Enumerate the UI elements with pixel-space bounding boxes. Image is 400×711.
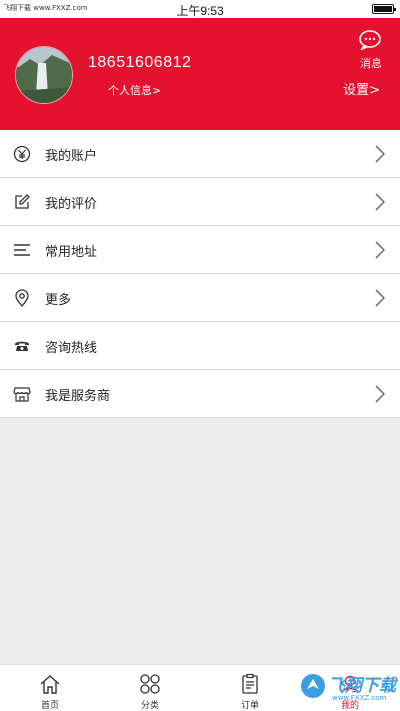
message-label[interactable]: 消息: [360, 55, 382, 71]
menu-item-label: 常用地址: [45, 245, 98, 260]
chevron-right-icon: [375, 193, 385, 211]
message-icon[interactable]: [358, 30, 382, 50]
profile-header: 18651606812 个人信息> 消息 设置>: [0, 18, 400, 130]
menu-item-label: 我的账户: [45, 149, 98, 164]
phone-icon: [15, 341, 29, 351]
chevron-right-icon: [375, 241, 385, 259]
category-icon: [140, 674, 160, 694]
menu-item-more[interactable]: 更多: [0, 274, 400, 322]
chevron-right-icon: [375, 289, 385, 307]
menu-item-reviews[interactable]: 我的评价: [0, 178, 400, 226]
menu-item-label: 我的评价: [45, 197, 98, 212]
list-icon: [14, 244, 30, 256]
tab-home[interactable]: 首页: [0, 665, 100, 711]
menu-item-addresses[interactable]: 常用地址: [0, 226, 400, 274]
tab-category[interactable]: 分类: [100, 665, 200, 711]
profile-info-link[interactable]: 个人信息>: [108, 82, 161, 98]
status-time: 上午9:53: [176, 4, 224, 18]
tab-label: 订单: [240, 701, 259, 711]
menu-item-hotline[interactable]: 咨询热线: [0, 322, 400, 370]
menu-item-label: 咨询热线: [45, 341, 98, 356]
watermark-logo: 飞翔下载 www.FXXZ.com: [296, 667, 396, 707]
settings-link[interactable]: 设置>: [343, 79, 380, 98]
watermark-sub: www.FXXZ.com: [332, 694, 387, 702]
menu-item-provider[interactable]: 我是服务商: [0, 370, 400, 418]
watermark-emblem-icon: [301, 674, 325, 698]
avatar[interactable]: [15, 46, 73, 104]
battery-icon: [372, 4, 396, 14]
watermark-main: 飞翔下载: [328, 676, 396, 696]
menu-item-label: 我是服务商: [45, 389, 111, 404]
home-icon: [40, 675, 60, 694]
menu-item-account[interactable]: 我的账户: [0, 130, 400, 178]
tab-label: 首页: [40, 701, 59, 711]
status-bar: 飞翔下载 www.FXXZ.com 上午9:53: [0, 0, 400, 18]
order-icon: [242, 673, 258, 694]
menu-item-label: 更多: [45, 293, 72, 308]
chevron-right-icon: [375, 145, 385, 163]
chevron-right-icon: [375, 385, 385, 403]
menu-list: 我的账户 我的评价 常用地址 更多 咨询热线 我是服务商: [0, 130, 400, 418]
yen-icon: [13, 145, 31, 163]
tab-label: 分类: [140, 701, 159, 711]
location-pin-icon: [15, 289, 29, 307]
store-icon: [13, 387, 31, 402]
edit-icon: [15, 194, 30, 209]
tab-orders[interactable]: 订单: [200, 665, 300, 711]
user-phone: 18651606812: [88, 54, 192, 71]
